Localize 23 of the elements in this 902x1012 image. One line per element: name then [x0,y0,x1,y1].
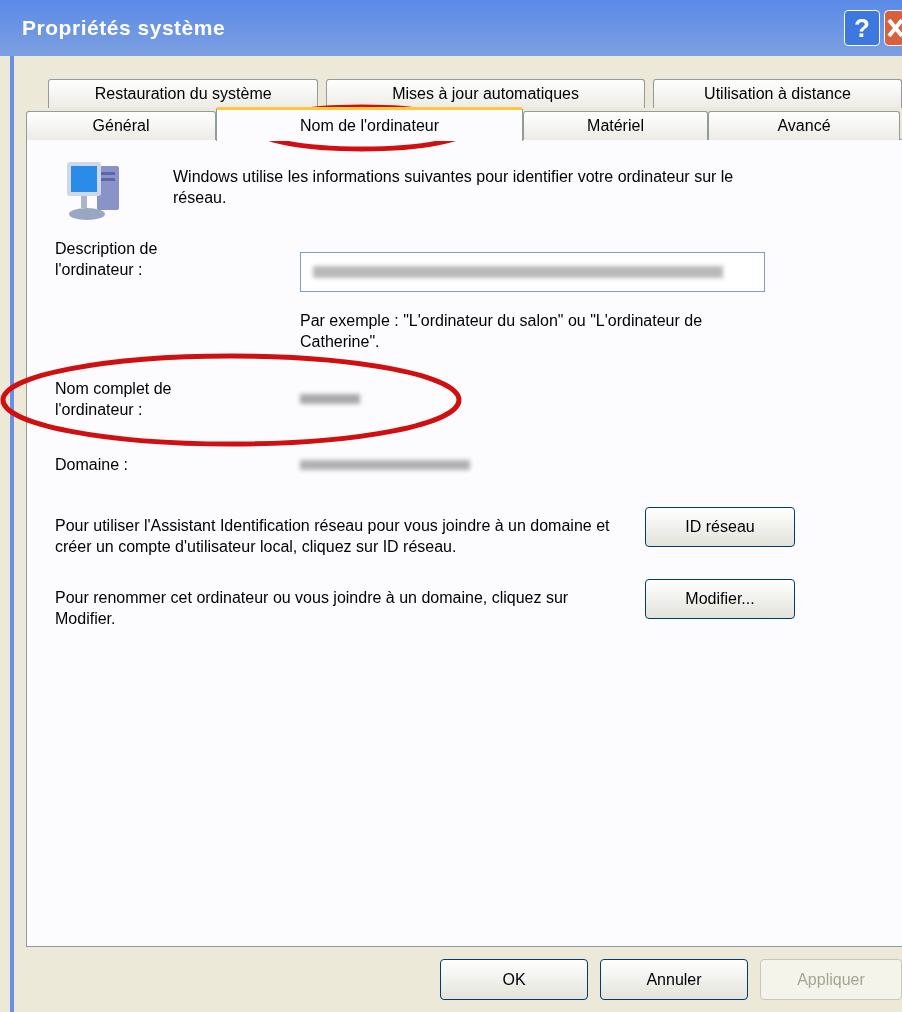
help-button[interactable]: ? [844,10,880,46]
intro-text: Windows utilise les informations suivantes pour identifier votre ordinateur sur le réseau. [173,167,735,208]
field-label: Description de l'ordinateur : [55,239,159,280]
tab[interactable]: Général [26,111,216,140]
tab[interactable]: Restauration du système [48,79,319,108]
dialog-button[interactable]: OK [440,959,588,1000]
description-field[interactable] [300,252,765,292]
tab[interactable]: Nom de l'ordinateur [216,107,523,141]
action-button[interactable]: ID réseau [645,507,795,547]
instruction-text: Pour renommer cet ordinateur ou vous joindre à un domaine, cliquez sur Modifier. [55,588,570,629]
tab[interactable]: Matériel [523,111,708,140]
window-title: Propriétés système [22,15,227,42]
close-icon[interactable] [884,10,902,46]
field-label: Domaine : [55,455,129,475]
dialog-button[interactable]: Annuler [600,959,748,1000]
tab[interactable]: Avancé [708,111,900,140]
tab[interactable]: Utilisation à distance [652,79,902,108]
action-button[interactable]: Modifier... [645,579,795,619]
field-label: Nom complet de l'ordinateur : [55,379,173,420]
hint-text: Par exemple : "L'ordinateur du salon" ou "L'ordinateur de Catherine". [300,311,704,352]
blurred-text-mark [300,394,360,404]
instruction-text: Pour utiliser l'Assistant Identification réseau pour vous joindre à un domaine et créer un compte d'utilisateur local, cliquez sur ID réseau. [55,516,611,557]
tab[interactable]: Mises à jour automatiques [326,79,645,108]
